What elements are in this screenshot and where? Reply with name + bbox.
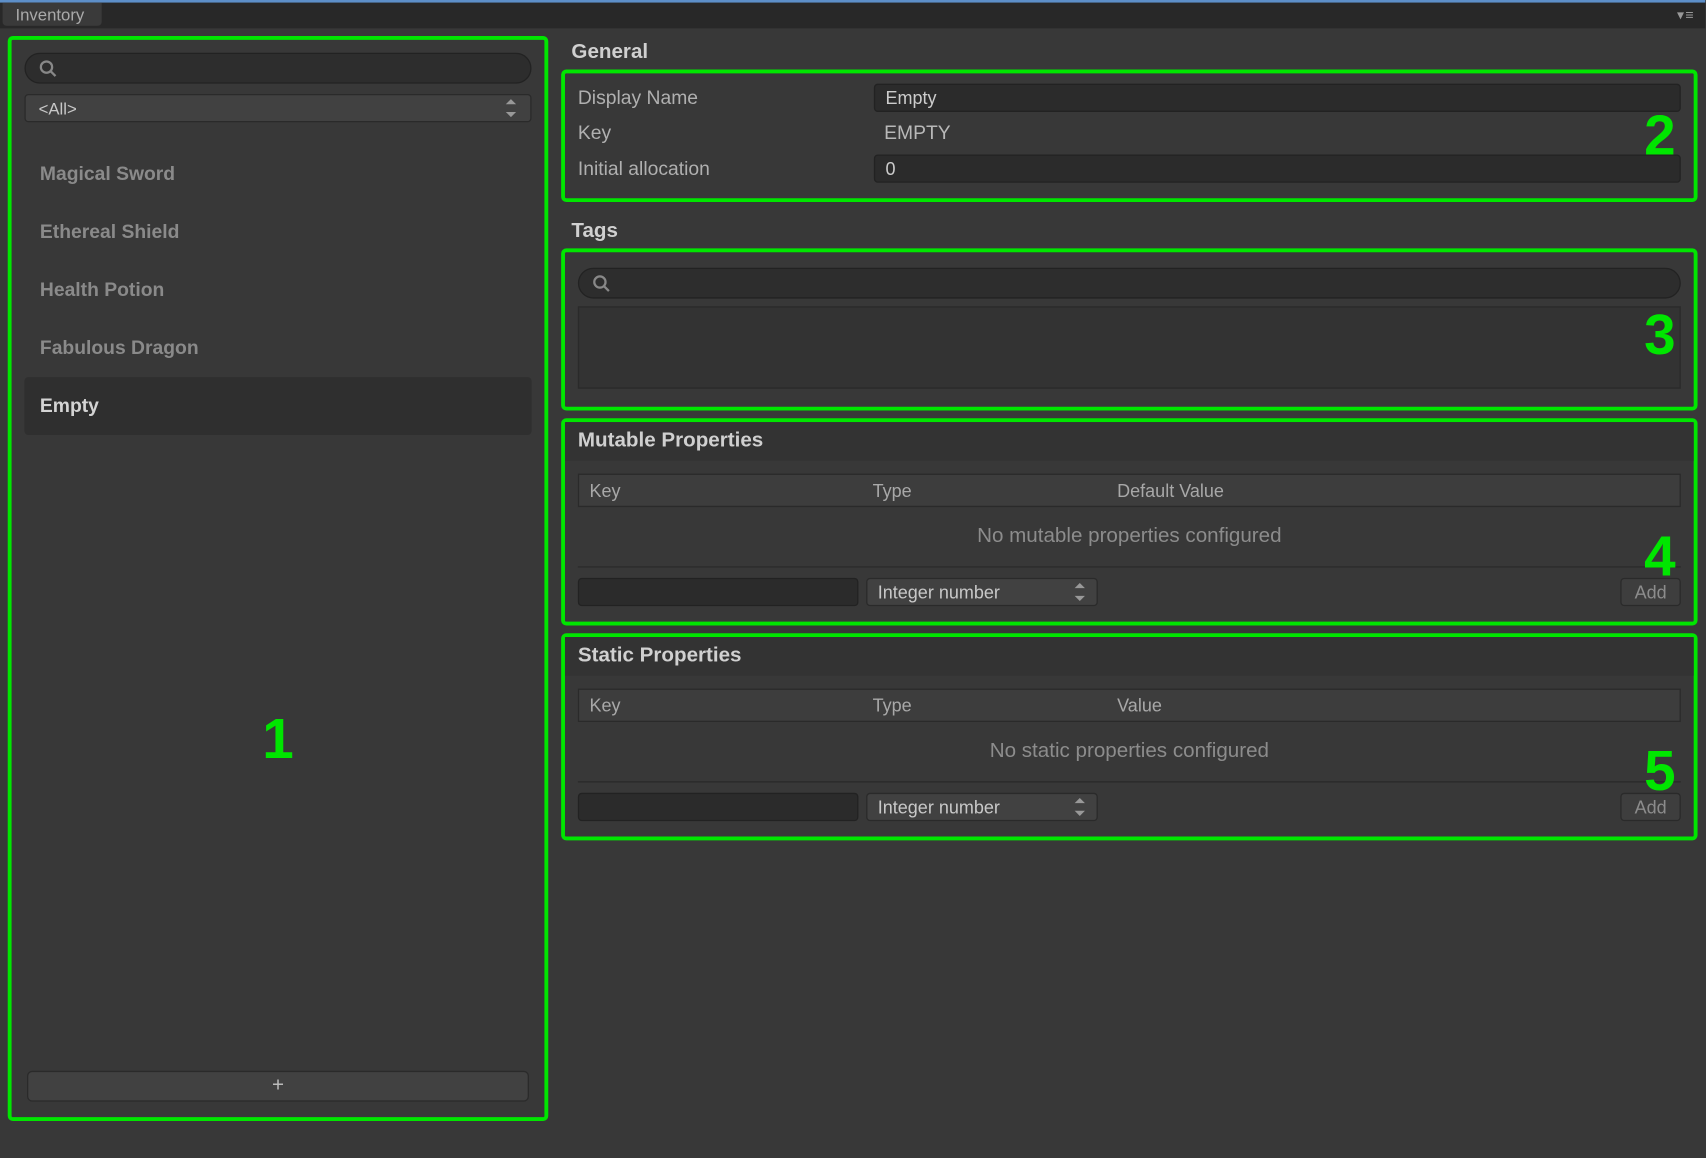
static-new-key-input[interactable]	[578, 793, 859, 821]
callout-4: 4	[1644, 525, 1676, 589]
inventory-window: Inventory ▾≡ <All> Magical Sword Etherea…	[0, 0, 1705, 1158]
mutable-heading: Mutable Properties	[565, 422, 1694, 461]
item-search-input[interactable]	[24, 53, 531, 84]
col-value: Value	[1117, 695, 1669, 716]
tags-search-input[interactable]	[578, 268, 1681, 299]
mutable-new-key-input[interactable]	[578, 578, 859, 606]
static-type-selected: Integer number	[878, 797, 1000, 818]
list-item[interactable]: Fabulous Dragon	[24, 319, 531, 377]
initial-allocation-label: Initial allocation	[578, 158, 861, 180]
callout-3: 3	[1644, 304, 1676, 368]
callout-1: 1	[262, 708, 294, 772]
chevron-updown-icon	[1073, 583, 1086, 601]
general-heading: General	[561, 36, 1697, 69]
divider	[578, 566, 1681, 567]
callout-5: 5	[1644, 740, 1676, 804]
list-item[interactable]: Health Potion	[24, 261, 531, 319]
col-default-value: Default Value	[1117, 480, 1669, 501]
display-name-label: Display Name	[578, 87, 861, 109]
mutable-type-selected: Integer number	[878, 582, 1000, 603]
static-table-header: Key Type Value	[578, 689, 1681, 722]
list-item[interactable]: Magical Sword	[24, 145, 531, 203]
mutable-type-dropdown[interactable]: Integer number	[866, 578, 1098, 606]
mutable-empty-message: No mutable properties configured	[565, 507, 1694, 566]
static-properties-section: Static Properties Key Type Value No stat…	[561, 633, 1697, 840]
tab-inventory[interactable]: Inventory	[3, 3, 103, 26]
static-type-dropdown[interactable]: Integer number	[866, 793, 1098, 821]
col-type: Type	[873, 695, 1118, 716]
display-name-input[interactable]	[874, 84, 1681, 112]
tags-heading: Tags	[561, 215, 1697, 248]
callout-2: 2	[1644, 104, 1676, 168]
divider	[578, 781, 1681, 782]
tags-container[interactable]	[578, 306, 1681, 388]
mutable-table-header: Key Type Default Value	[578, 474, 1681, 507]
panel-menu-icon[interactable]: ▾≡	[1677, 6, 1695, 23]
add-item-button[interactable]: +	[27, 1071, 529, 1102]
search-icon	[39, 59, 57, 77]
mutable-properties-section: Mutable Properties Key Type Default Valu…	[561, 418, 1697, 625]
general-section: Display Name Key EMPTY Initial allocatio…	[561, 69, 1697, 202]
filter-selected-label: <All>	[39, 98, 77, 117]
tags-section: 3	[561, 248, 1697, 410]
search-icon	[592, 274, 610, 292]
tab-bar: Inventory ▾≡	[0, 0, 1705, 28]
item-list: Magical Sword Ethereal Shield Health Pot…	[24, 133, 531, 1061]
col-key: Key	[589, 480, 872, 501]
key-label: Key	[578, 122, 861, 144]
chevron-updown-icon	[505, 99, 518, 117]
item-list-panel: <All> Magical Sword Ethereal Shield Heal…	[8, 36, 549, 1121]
chevron-updown-icon	[1073, 798, 1086, 816]
col-type: Type	[873, 480, 1118, 501]
list-item[interactable]: Ethereal Shield	[24, 203, 531, 261]
static-heading: Static Properties	[565, 637, 1694, 676]
list-item[interactable]: Empty	[24, 377, 531, 435]
static-empty-message: No static properties configured	[565, 722, 1694, 781]
col-key: Key	[589, 695, 872, 716]
filter-dropdown[interactable]: <All>	[24, 94, 531, 122]
initial-allocation-input[interactable]	[874, 154, 1681, 182]
key-value: EMPTY	[874, 122, 1681, 144]
